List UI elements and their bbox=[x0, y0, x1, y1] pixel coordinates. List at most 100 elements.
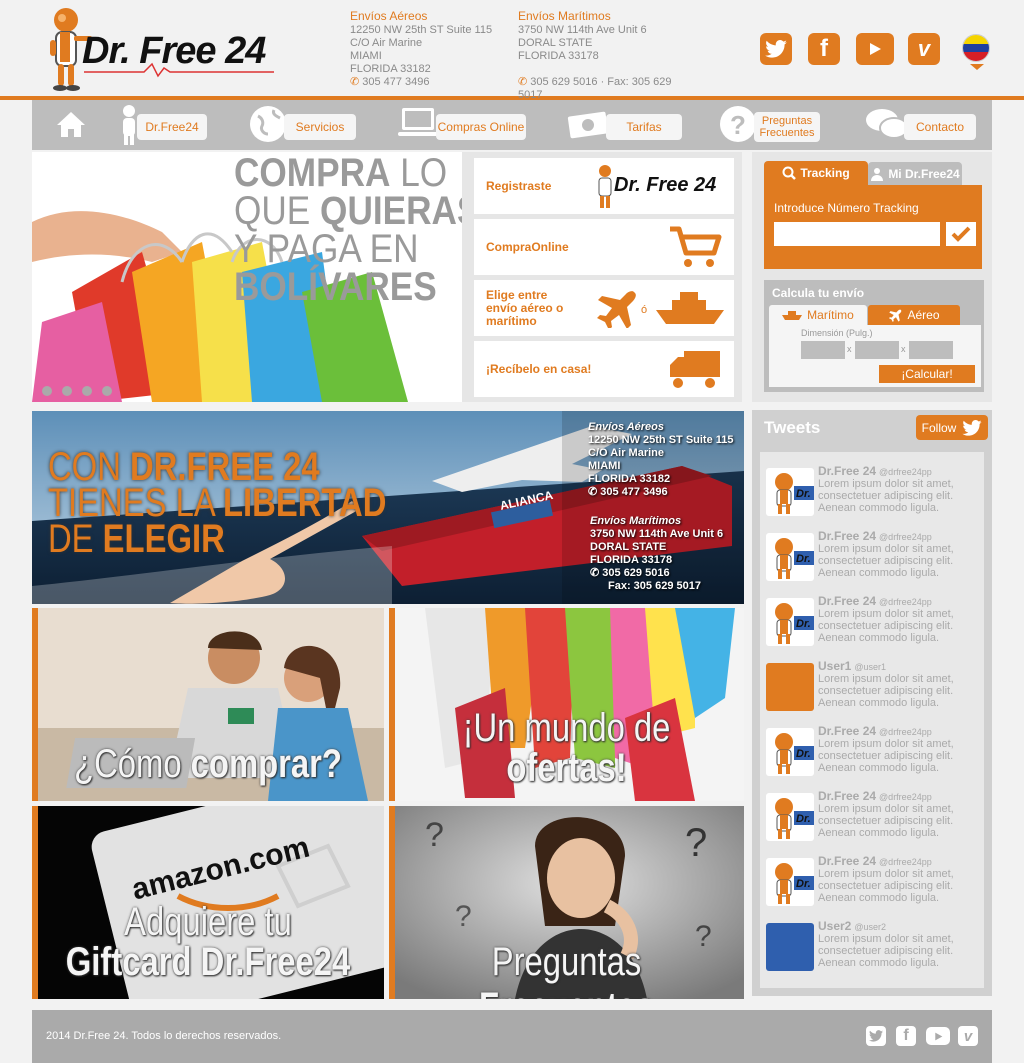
tile-preguntas-frecuentes[interactable]: ? ? ? ? Preguntas Frecuentes bbox=[389, 806, 744, 999]
tweet-author[interactable]: User2 @user2 bbox=[818, 919, 886, 933]
venezuela-flag[interactable] bbox=[962, 34, 990, 62]
sea-address-line: DORAL STATE bbox=[518, 37, 593, 49]
tweet-avatar[interactable]: Dr. bbox=[766, 728, 814, 776]
tile-how-heavy: comprar? bbox=[190, 742, 342, 786]
nav-item-drfree24[interactable]: Dr.Free24 bbox=[137, 114, 207, 140]
drfree-logo-icon: Dr. Free 24 bbox=[594, 164, 724, 208]
follow-button[interactable]: Follow bbox=[916, 415, 988, 440]
youtube-icon[interactable] bbox=[856, 33, 894, 65]
tweet-item[interactable]: Dr. Dr.Free 24 @drfree24pp Lorem ipsum dolo… bbox=[766, 854, 972, 914]
dimension-length-input[interactable] bbox=[801, 341, 845, 359]
banner-sea-phone: 305 629 5016 bbox=[602, 567, 670, 579]
svg-text:Dr.: Dr. bbox=[796, 813, 811, 825]
language-dropdown-arrow-icon[interactable] bbox=[970, 64, 984, 70]
tweet-text: Lorem ipsum dolor sit amet, consectetuer… bbox=[818, 478, 954, 514]
tweet-author[interactable]: User1 @user1 bbox=[818, 659, 886, 673]
banner-air-address: Envíos Aéreos 12250 NW 25th ST Suite 115… bbox=[588, 421, 734, 499]
tweet-item[interactable]: User1 @user1 Lorem ipsum dolor sit amet, c… bbox=[766, 659, 972, 719]
tab-aereo[interactable]: Aéreo bbox=[868, 305, 960, 325]
liberty-banner[interactable]: ALIANCA CON DR.FREE 24 TIENES LA LIBERTA… bbox=[32, 411, 744, 604]
nav-item-contacto[interactable]: Contacto bbox=[904, 114, 976, 140]
tile-ofertas[interactable]: ¡Un mundo de ofertas! bbox=[389, 608, 744, 801]
dimension-width-input[interactable] bbox=[855, 341, 899, 359]
step-compraonline[interactable]: CompraOnline bbox=[474, 219, 734, 275]
slider-dot[interactable] bbox=[62, 386, 72, 396]
tweet-item[interactable]: Dr. Dr.Free 24 @drfree24pp Lorem ipsum dolo… bbox=[766, 724, 972, 784]
slider-dot[interactable] bbox=[42, 386, 52, 396]
tile-como-comprar-caption: ¿Cómo comprar? bbox=[64, 742, 353, 787]
banner-line2-heavy: LIBERTAD bbox=[223, 481, 387, 525]
step-registraste[interactable]: Registraste Dr. Free 24 bbox=[474, 158, 734, 214]
tab-maritimo-label: Marítimo bbox=[807, 308, 854, 322]
tweet-avatar[interactable]: Dr. bbox=[766, 598, 814, 646]
vimeo-icon[interactable]: v bbox=[958, 1026, 978, 1046]
youtube-icon[interactable] bbox=[926, 1027, 950, 1045]
tab-tracking[interactable]: Tracking bbox=[764, 161, 868, 185]
tile-giftcard-line2: Giftcard Dr.Free24 bbox=[65, 940, 351, 984]
truck-icon bbox=[670, 351, 720, 388]
banner-sea-line: DORAL STATE bbox=[590, 541, 667, 553]
phone-icon: ✆ bbox=[588, 486, 601, 498]
tile-como-comprar[interactable]: ¿Cómo comprar? bbox=[32, 608, 384, 801]
tweet-author[interactable]: Dr.Free 24 @drfree24pp bbox=[818, 724, 932, 738]
twitter-icon[interactable] bbox=[760, 33, 792, 65]
tracking-label: Introduce Número Tracking bbox=[774, 201, 919, 215]
facebook-icon[interactable]: f bbox=[896, 1026, 916, 1046]
tweet-avatar[interactable] bbox=[766, 663, 814, 711]
tweet-handle: @drfree24pp bbox=[879, 792, 932, 802]
tracking-input[interactable] bbox=[774, 222, 940, 246]
nav-item-compras-online[interactable]: Compras Online bbox=[436, 114, 526, 140]
tweet-item[interactable]: Dr. Dr.Free 24 @drfree24pp Lorem ipsum dolo… bbox=[766, 594, 972, 654]
tile-accent-bar bbox=[32, 806, 38, 999]
svg-text:?: ? bbox=[455, 900, 472, 933]
svg-text:Dr.: Dr. bbox=[796, 553, 811, 565]
tile-giftcard[interactable]: amazon.com Adquiere tu Giftcard Dr.Free2… bbox=[32, 806, 384, 999]
tracking-submit-button[interactable] bbox=[946, 222, 976, 246]
plane-icon bbox=[889, 309, 902, 322]
tweet-avatar[interactable] bbox=[766, 923, 814, 971]
slider-dot[interactable] bbox=[102, 386, 112, 396]
air-address: Envíos Aéreos 12250 NW 25th ST Suite 115… bbox=[350, 10, 500, 89]
slider-dot[interactable] bbox=[82, 386, 92, 396]
banner-sea-title: Envíos Marítimos bbox=[590, 515, 682, 527]
tweet-author[interactable]: Dr.Free 24 @drfree24pp bbox=[818, 854, 932, 868]
tweet-item[interactable]: Dr. Dr.Free 24 @drfree24pp Lorem ipsum dolo… bbox=[766, 464, 972, 524]
dimension-height-input[interactable] bbox=[909, 341, 953, 359]
vimeo-icon[interactable]: v bbox=[908, 33, 940, 65]
nav-item-tarifas[interactable]: Tarifas bbox=[606, 114, 682, 140]
tweet-item[interactable]: Dr. Dr.Free 24 @drfree24pp Lorem ipsum dolo… bbox=[766, 529, 972, 589]
tweet-item[interactable]: Dr. Dr.Free 24 @drfree24pp Lorem ipsum dolo… bbox=[766, 789, 972, 849]
tile-preguntas-caption: Preguntas Frecuentes bbox=[421, 940, 712, 999]
facebook-icon[interactable]: f bbox=[808, 33, 840, 65]
tile-accent-bar bbox=[32, 608, 38, 801]
tweet-author[interactable]: Dr.Free 24 @drfree24pp bbox=[818, 789, 932, 803]
home-icon[interactable] bbox=[55, 110, 87, 143]
tweet-author[interactable]: Dr.Free 24 @drfree24pp bbox=[818, 464, 932, 478]
tweet-author[interactable]: Dr.Free 24 @drfree24pp bbox=[818, 594, 932, 608]
tweet-avatar[interactable]: Dr. bbox=[766, 858, 814, 906]
step-recibelo[interactable]: ¡Recíbelo en casa! bbox=[474, 341, 734, 397]
tile-ofertas-line1: ¡Un mundo de bbox=[462, 706, 671, 750]
tweet-avatar[interactable]: Dr. bbox=[766, 533, 814, 581]
nav-item-preguntas-frecuentes[interactable]: Preguntas Frecuentes bbox=[754, 112, 820, 142]
tweet-item[interactable]: User2 @user2 Lorem ipsum dolor sit amet, c… bbox=[766, 919, 972, 979]
nav-item-servicios[interactable]: Servicios bbox=[284, 114, 356, 140]
sea-address-line: 3750 NW 114th Ave Unit 6 bbox=[518, 24, 647, 36]
tweet-text: Lorem ipsum dolor sit amet, consectetuer… bbox=[818, 543, 954, 579]
calcular-button[interactable]: ¡Calcular! bbox=[879, 365, 975, 383]
tweet-avatar[interactable]: Dr. bbox=[766, 793, 814, 841]
twitter-icon[interactable] bbox=[866, 1026, 886, 1046]
tweet-avatar[interactable]: Dr. bbox=[766, 468, 814, 516]
banner-air-phone: 305 477 3496 bbox=[600, 486, 668, 498]
cart-icon bbox=[670, 226, 722, 267]
sea-phone: 305 629 5016 · Fax: 305 629 5017 bbox=[518, 76, 672, 101]
tweet-author[interactable]: Dr.Free 24 @drfree24pp bbox=[818, 529, 932, 543]
step-logo-text: Dr. Free 24 bbox=[614, 174, 717, 196]
tweet-text: Lorem ipsum dolor sit amet, consectetuer… bbox=[818, 608, 954, 644]
tab-mi-drfree24[interactable]: Mi Dr.Free24 bbox=[868, 162, 962, 185]
follow-label: Follow bbox=[921, 420, 957, 435]
tracking-box: Introduce Número Tracking bbox=[764, 185, 982, 269]
step-elige-envio[interactable]: Elige entre envío aéreo o marítimo ó bbox=[474, 280, 734, 336]
banner-line3-light: DE bbox=[48, 517, 103, 561]
tab-maritimo[interactable]: Marítimo bbox=[769, 305, 867, 325]
